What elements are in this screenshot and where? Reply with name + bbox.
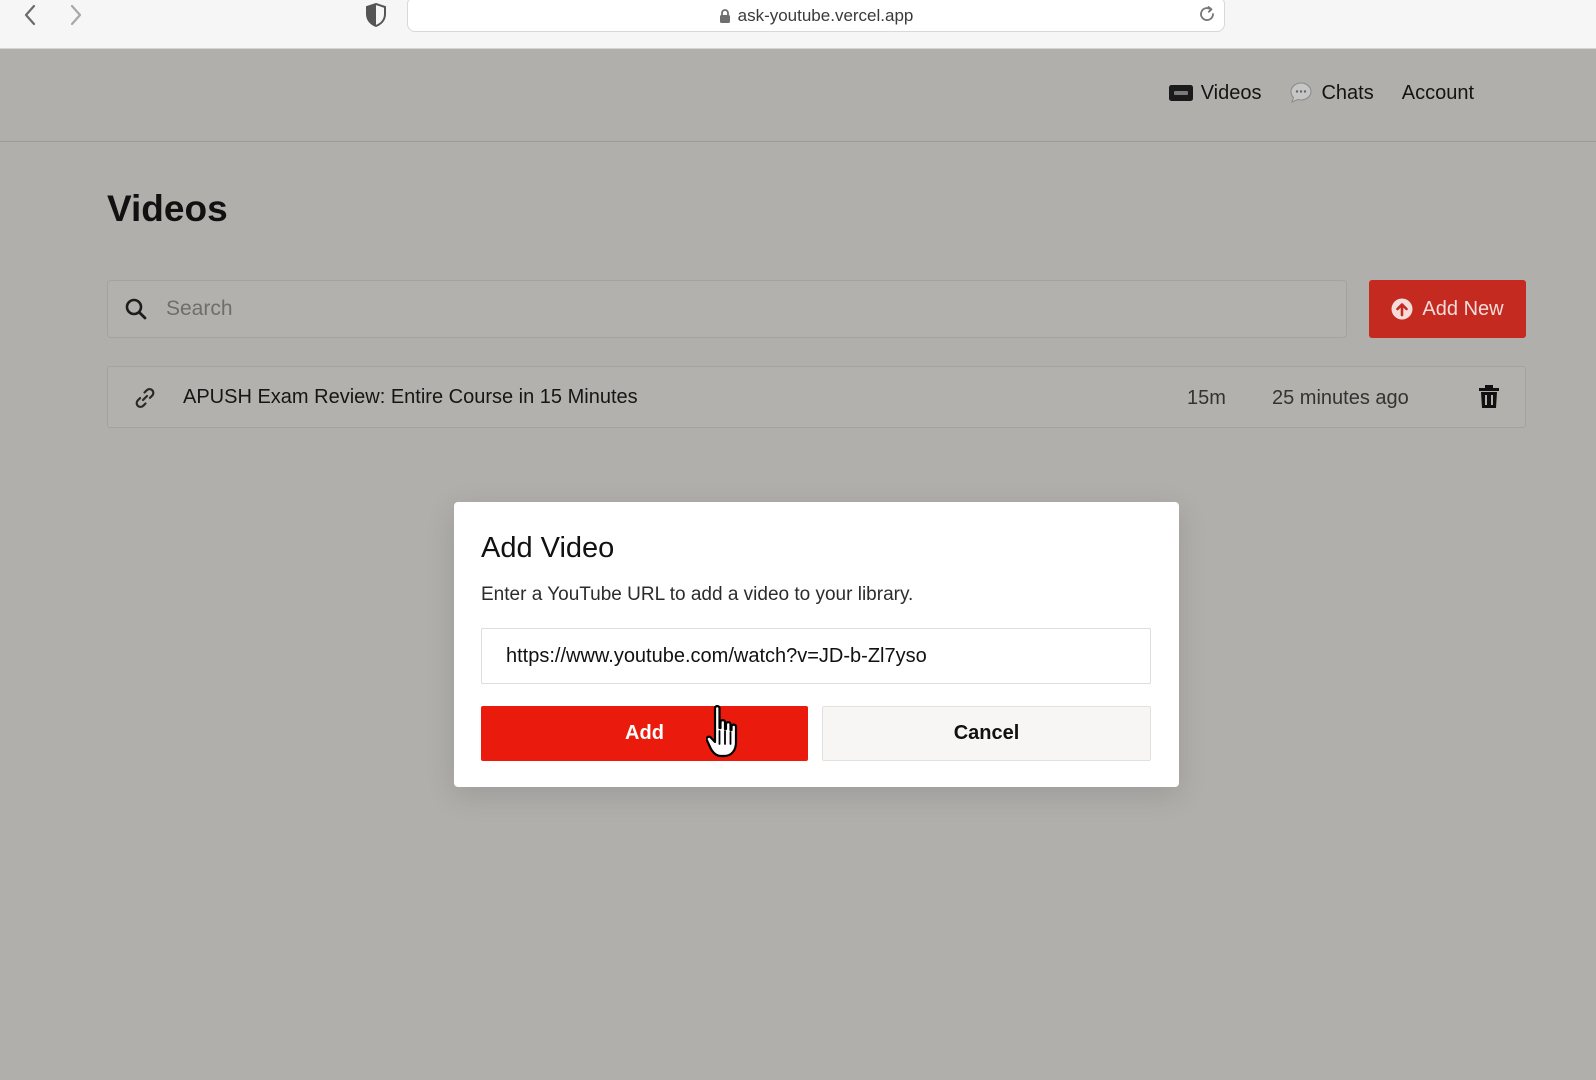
forward-button[interactable] — [62, 2, 90, 28]
upload-circle-icon — [1391, 298, 1413, 320]
add-new-button[interactable]: Add New — [1369, 280, 1526, 338]
chevron-left-icon — [24, 4, 36, 26]
search-icon — [124, 297, 148, 321]
lock-icon — [719, 8, 731, 24]
nav-chats-label: Chats — [1321, 81, 1374, 104]
back-button[interactable] — [16, 2, 44, 28]
reload-icon — [1200, 6, 1214, 21]
nav-chats[interactable]: Chats — [1289, 81, 1374, 105]
search-input[interactable] — [164, 288, 1346, 330]
chat-bubble-icon — [1290, 82, 1312, 103]
nav-account-label: Account — [1401, 81, 1474, 104]
cancel-button[interactable]: Cancel — [822, 706, 1151, 761]
page-title: Videos — [107, 188, 228, 229]
list-item[interactable]: APUSH Exam Review: Entire Course in 15 M… — [107, 366, 1526, 428]
youtube-url-input[interactable] — [481, 628, 1151, 684]
nav-videos[interactable]: Videos — [1168, 81, 1262, 105]
browser-toolbar: ask-youtube.vercel.app — [0, 0, 1596, 49]
app-header: Videos Chats Account — [0, 49, 1596, 142]
video-title[interactable]: APUSH Exam Review: Entire Course in 15 M… — [183, 386, 638, 409]
shield-icon — [366, 3, 386, 27]
chevron-right-icon — [70, 4, 82, 26]
add-new-label: Add New — [1422, 297, 1504, 320]
add-video-modal: Add Video Enter a YouTube URL to add a v… — [454, 502, 1179, 787]
nav-account[interactable]: Account — [1402, 82, 1474, 105]
url-text: ask-youtube.vercel.app — [737, 6, 914, 25]
reload-button[interactable] — [1196, 3, 1218, 25]
add-button[interactable]: Add — [481, 706, 808, 761]
nav-videos-label: Videos — [1200, 81, 1262, 104]
modal-description: Enter a YouTube URL to add a video to yo… — [481, 584, 914, 605]
address-bar[interactable]: ask-youtube.vercel.app — [407, 0, 1225, 32]
video-duration: 15m — [1187, 387, 1226, 409]
privacy-shield-button[interactable] — [364, 2, 388, 28]
search-box — [107, 280, 1347, 338]
modal-title: Add Video — [481, 532, 615, 564]
top-nav: Videos Chats Account — [1168, 81, 1474, 105]
link-icon — [132, 385, 158, 411]
video-added-time: 25 minutes ago — [1272, 387, 1409, 409]
video-icon — [1168, 85, 1193, 101]
trash-icon[interactable] — [1477, 384, 1501, 410]
